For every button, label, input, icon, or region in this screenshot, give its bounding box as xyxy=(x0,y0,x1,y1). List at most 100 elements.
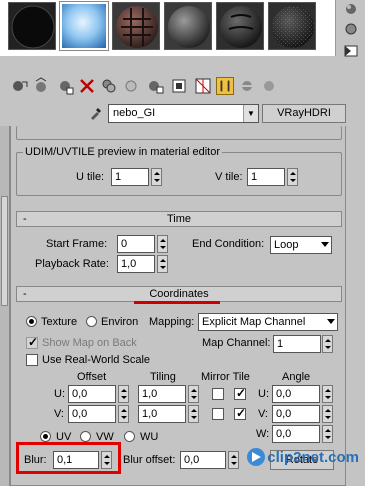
eyedropper-icon[interactable] xyxy=(88,105,104,121)
u-mirror-checkbox[interactable] xyxy=(212,388,224,400)
put-to-library-icon[interactable] xyxy=(122,77,140,95)
vw-radio[interactable] xyxy=(80,431,91,442)
v-offset-label: V: xyxy=(54,408,64,420)
w-angle-field[interactable]: 0,0 xyxy=(272,425,320,443)
v-tile-label: V tile: xyxy=(215,171,243,183)
coordinates-rollout-title: Coordinates xyxy=(149,288,209,300)
u-tiling-spinner[interactable] xyxy=(188,385,199,403)
map-type-button[interactable]: VRayHDRI xyxy=(262,104,346,123)
environ-radio[interactable] xyxy=(86,316,97,327)
material-slot-2-active[interactable] xyxy=(59,1,109,51)
v-tiling-field[interactable]: 1,0 xyxy=(138,405,186,423)
wu-label: WU xyxy=(140,431,159,443)
checker-sphere-icon xyxy=(113,3,159,49)
u-tile-spinner[interactable] xyxy=(151,168,162,186)
show-end-result-icon[interactable] xyxy=(194,77,212,95)
start-frame-spinner[interactable] xyxy=(157,235,168,253)
material-slot-1[interactable] xyxy=(8,2,56,50)
chevron-down-icon[interactable]: ▼ xyxy=(243,105,258,122)
u-angle-field[interactable]: 0,0 xyxy=(272,385,320,403)
reset-map-icon[interactable] xyxy=(78,77,96,95)
material-editor-toolbar xyxy=(0,74,336,98)
sample-type-icon[interactable] xyxy=(342,2,360,16)
mirror-tile-header: Mirror Tile xyxy=(201,371,250,383)
map-name-text: nebo_GI xyxy=(113,107,156,119)
mapping-value: Explicit Map Channel xyxy=(202,316,306,328)
playback-rate-spinner[interactable] xyxy=(157,255,168,273)
v-angle-spinner[interactable] xyxy=(322,405,333,423)
v-tiling-spinner[interactable] xyxy=(188,405,199,423)
time-rollout-title: Time xyxy=(166,213,192,225)
map-name-field[interactable]: nebo_GI ▼ xyxy=(108,104,259,123)
material-slot-strip xyxy=(0,0,336,56)
collapse-minus: - xyxy=(23,213,27,225)
wu-radio[interactable] xyxy=(124,431,135,442)
texture-radio[interactable] xyxy=(26,316,37,327)
material-slot-4[interactable] xyxy=(164,2,212,50)
black-sphere-icon xyxy=(9,3,55,49)
v-offset-spinner[interactable] xyxy=(118,405,129,423)
red-highlight-underline xyxy=(134,301,220,304)
u-offset-field[interactable]: 0,0 xyxy=(68,385,116,403)
playback-rate-field[interactable]: 1,0 xyxy=(117,255,155,273)
v-tile-checkbox[interactable] xyxy=(234,406,246,420)
blur-offset-field[interactable]: 0,0 xyxy=(180,451,226,469)
end-condition-dropdown[interactable]: Loop xyxy=(270,236,332,254)
scroll-thumb[interactable] xyxy=(1,196,8,306)
backlight-icon[interactable] xyxy=(342,22,360,36)
time-rollout-header[interactable]: - Time xyxy=(16,211,342,227)
u-angle-spinner[interactable] xyxy=(322,385,333,403)
v-angle-field[interactable]: 0,0 xyxy=(272,405,320,423)
end-condition-label: End Condition: xyxy=(192,238,265,250)
blur-offset-label: Blur offset: xyxy=(123,454,176,466)
u-angle-label: U: xyxy=(258,388,269,400)
u-tile-checkbox[interactable] xyxy=(234,386,246,400)
background-icon[interactable] xyxy=(342,44,360,58)
get-material-icon[interactable] xyxy=(10,77,28,95)
u-tiling-field[interactable]: 1,0 xyxy=(138,385,186,403)
go-forward-to-sibling-icon[interactable] xyxy=(238,77,256,95)
v-mirror-checkbox[interactable] xyxy=(212,408,224,420)
uv-radio[interactable] xyxy=(40,431,51,442)
end-condition-value: Loop xyxy=(274,239,299,251)
put-to-scene-icon[interactable] xyxy=(32,77,50,95)
use-real-world-scale-checkbox[interactable] xyxy=(26,354,38,366)
watermark-text: clip2net.com xyxy=(267,448,359,466)
show-map-on-back-checkbox[interactable] xyxy=(26,335,38,349)
pick-material-icon[interactable] xyxy=(260,77,278,95)
side-icon-strip xyxy=(337,0,365,70)
material-slot-5[interactable] xyxy=(216,2,264,50)
use-real-world-scale-label: Use Real-World Scale xyxy=(42,354,151,366)
previous-rollout-bottom xyxy=(16,126,342,140)
make-unique-icon[interactable] xyxy=(100,77,118,95)
u-offset-label: U: xyxy=(54,388,65,400)
map-channel-field[interactable]: 1 xyxy=(273,335,321,353)
play-icon xyxy=(247,448,266,466)
assign-to-selection-icon[interactable] xyxy=(56,77,74,95)
go-to-parent-icon[interactable] xyxy=(216,77,234,95)
mapping-label: Mapping: xyxy=(149,316,195,328)
w-angle-spinner[interactable] xyxy=(322,425,333,443)
mapping-dropdown[interactable]: Explicit Map Channel xyxy=(198,313,338,331)
offset-header: Offset xyxy=(77,371,107,383)
u-offset-spinner[interactable] xyxy=(118,385,129,403)
blur-offset-spinner[interactable] xyxy=(228,451,239,469)
u-tile-label: U tile: xyxy=(76,171,105,183)
rollout-scrollbar[interactable] xyxy=(0,126,10,486)
environ-label: Environ xyxy=(101,316,139,328)
w-angle-label: W: xyxy=(256,428,270,440)
v-tile-field[interactable]: 1 xyxy=(247,168,285,186)
material-slot-3[interactable] xyxy=(112,2,160,50)
material-slot-6[interactable] xyxy=(268,2,316,50)
v-offset-field[interactable]: 0,0 xyxy=(68,405,116,423)
map-channel-spinner[interactable] xyxy=(322,335,333,353)
start-frame-field[interactable]: 0 xyxy=(117,235,155,253)
map-channel-label: Map Channel: xyxy=(202,337,271,349)
coordinates-rollout-header[interactable]: - Coordinates xyxy=(16,286,342,302)
v-tile-spinner[interactable] xyxy=(287,168,298,186)
show-map-in-viewport-icon[interactable] xyxy=(170,77,188,95)
texture-label: Texture xyxy=(41,316,78,328)
u-tile-field[interactable]: 1 xyxy=(111,168,149,186)
chevron-down-icon xyxy=(321,242,329,247)
material-id-channel-icon[interactable] xyxy=(146,77,164,95)
